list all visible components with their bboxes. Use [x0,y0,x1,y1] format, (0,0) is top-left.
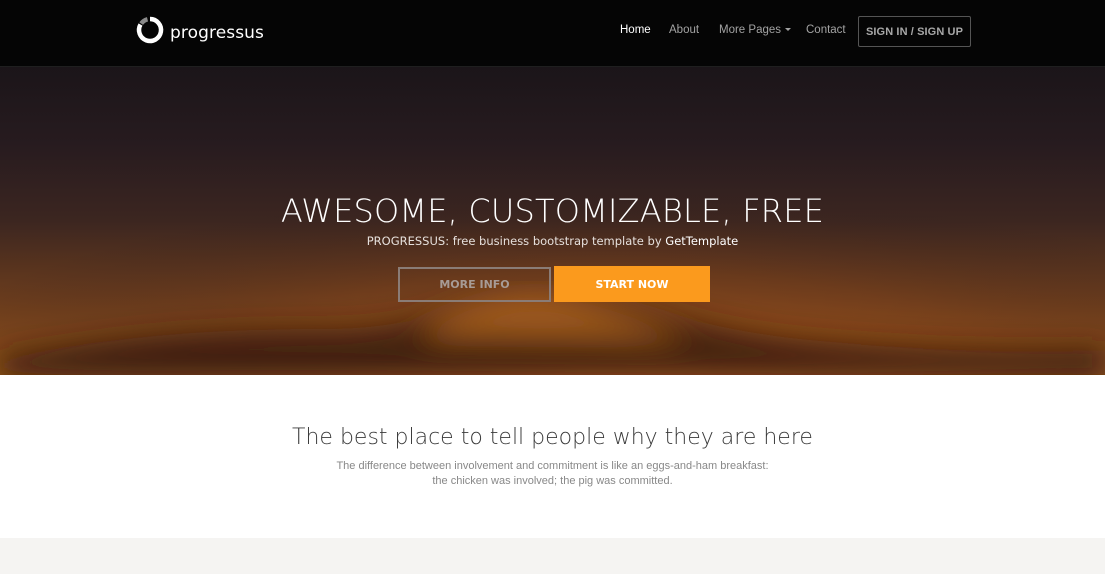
nav-more-pages-dropdown[interactable]: More Pages [719,24,792,36]
start-now-button[interactable]: START NOW [554,266,710,302]
more-info-button[interactable]: MORE INFO [398,267,551,302]
intro-lead-line-1: The difference between involvement and c… [336,460,769,472]
intro-lead-line-2: the chicken was involved; the pig was co… [432,475,673,487]
top-navbar: progressus Home About More Pages Contact… [0,0,1105,67]
brand-name: progressus [170,23,265,43]
intro-section: The best place to tell people why they a… [0,375,1105,538]
nav-home[interactable]: Home [620,24,651,36]
brand-link[interactable]: progressus [135,14,264,46]
intro-lead: The difference between involvement and c… [0,459,1105,489]
caret-down-icon [785,28,792,32]
hero-title: AWESOME, CUSTOMIZABLE, FREE [280,192,825,230]
hero-section: AWESOME, CUSTOMIZABLE, FREE PROGRESSUS: … [0,67,1105,375]
intro-heading: The best place to tell people why they a… [292,425,813,450]
progress-ring-icon [136,16,164,44]
nav-about[interactable]: About [669,24,699,36]
nav-contact[interactable]: Contact [806,24,846,36]
nav-more-pages-label: More Pages [719,24,782,36]
hero-subtitle: PROGRESSUS: free business bootstrap temp… [0,234,1105,248]
hero-subtitle-text: PROGRESSUS: free business bootstrap temp… [366,234,666,248]
gettemplate-link[interactable]: GetTemplate [665,234,738,248]
next-section-band [0,538,1105,574]
signin-signup-button[interactable]: SIGN IN / SIGN UP [858,16,971,47]
